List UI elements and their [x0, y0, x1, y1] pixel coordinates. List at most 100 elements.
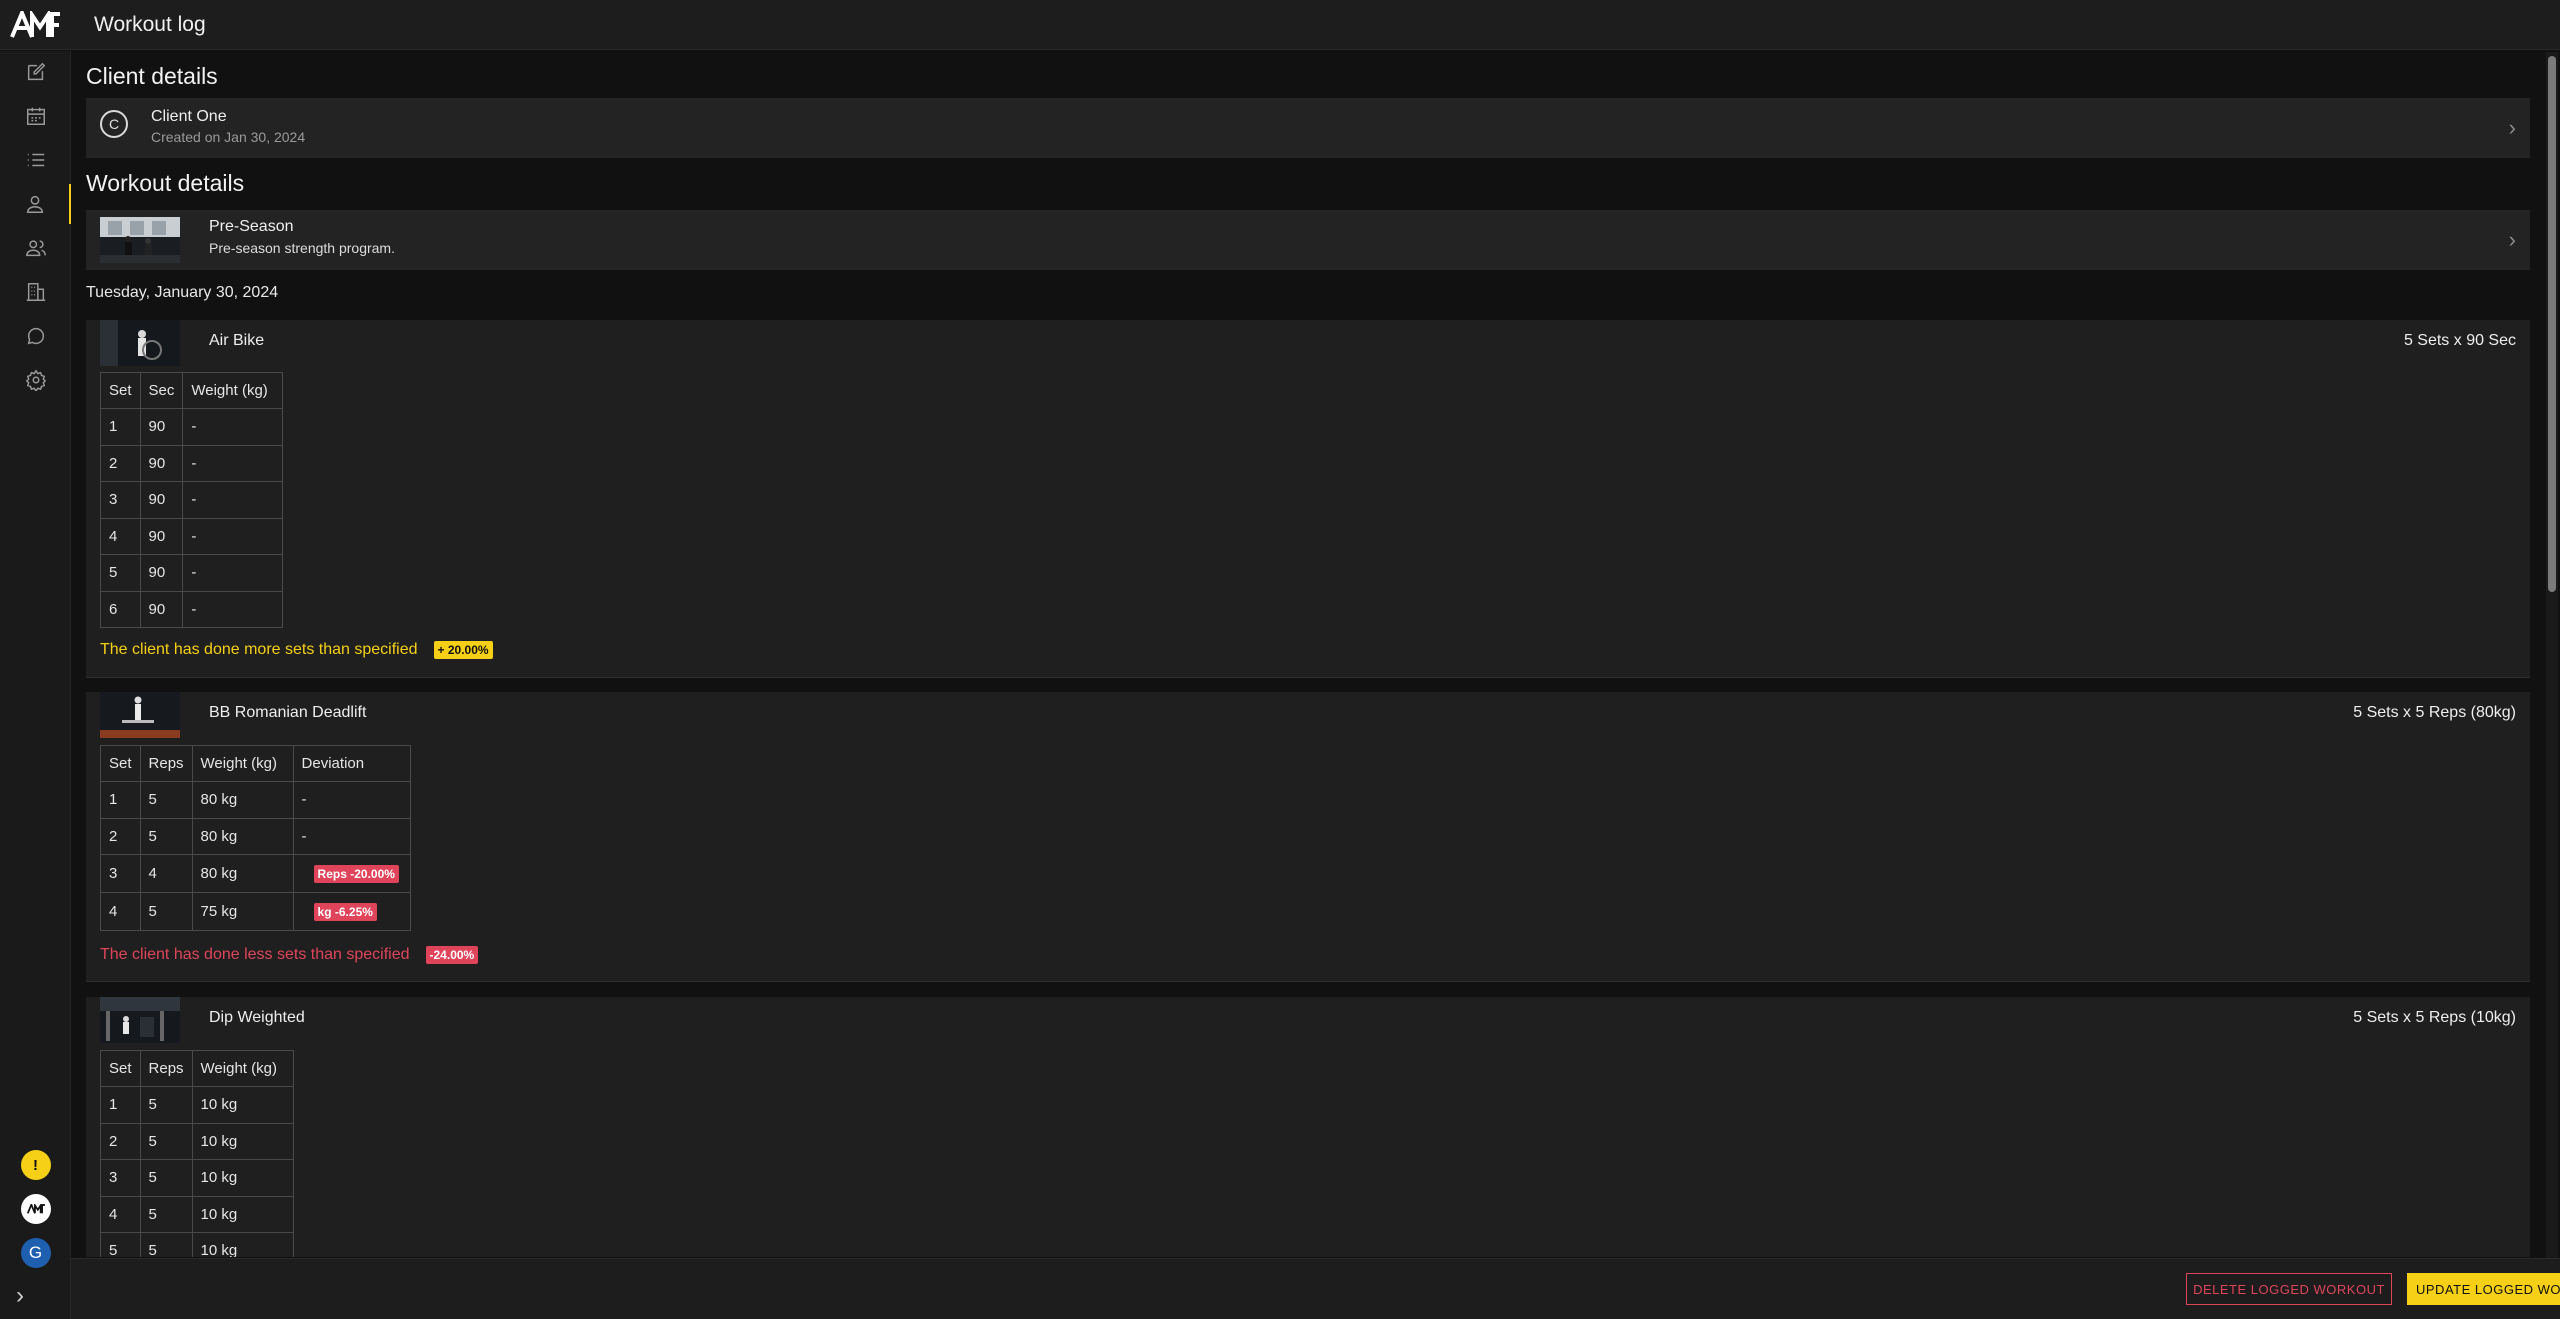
table-cell: 80 kg — [191, 854, 294, 893]
table-cell: - — [182, 590, 284, 628]
table-cell: 2 — [100, 1122, 141, 1160]
delete-logged-workout-button[interactable]: DELETE LOGGED WORKOUT — [2186, 1273, 2392, 1305]
table-cell: 90 — [139, 517, 184, 555]
table-cell: 3 — [100, 854, 141, 893]
table-cell: - — [182, 481, 284, 519]
column-header: Weight (kg) — [191, 1050, 294, 1087]
table-cell: 5 — [139, 1159, 193, 1197]
chevron-right-icon: › — [2508, 115, 2516, 140]
warning-badge-wrap[interactable]: ! — [0, 1150, 71, 1180]
exercise-name: BB Romanian Deadlift — [209, 704, 367, 721]
table-row: 5 5 10 kg — [100, 1232, 294, 1257]
table-cell: 4 — [100, 1195, 141, 1233]
exercise-spec: 5 Sets x 5 Reps (80kg) — [2353, 704, 2516, 721]
brand-badge-wrap[interactable] — [0, 1194, 71, 1224]
sets-deviation-note: The client has done more sets than speci… — [100, 641, 493, 659]
chat-icon — [27, 328, 44, 345]
app-logo[interactable] — [0, 0, 70, 50]
sidebar-item-clients[interactable] — [0, 184, 71, 224]
workout-date: Tuesday, January 30, 2024 — [86, 284, 279, 301]
table-row: 1 5 80 kg - — [100, 781, 411, 819]
table-cell: 75 kg — [191, 892, 294, 931]
program-thumbnail — [100, 217, 180, 263]
program-description: Pre-season strength program. — [209, 240, 395, 256]
exercise-name: Dip Weighted — [209, 1009, 305, 1026]
table-row: 1 5 10 kg — [100, 1086, 294, 1124]
table-cell: Reps -20.00% — [292, 854, 411, 893]
main-content: Client details C Client One Created on J… — [86, 52, 2532, 1257]
table-cell: 3 — [100, 481, 141, 519]
table-cell: 5 — [100, 1232, 141, 1257]
sidebar-item-organization[interactable] — [0, 272, 71, 312]
gear-icon — [25, 369, 46, 391]
note-text: The client has done more sets than speci… — [100, 641, 418, 658]
column-header: Weight (kg) — [191, 745, 294, 782]
table-row: 2 90- — [100, 444, 284, 482]
sidebar-item-calendar[interactable] — [0, 96, 71, 136]
column-header: Reps — [139, 1050, 193, 1087]
table-cell: 5 — [139, 1195, 193, 1233]
update-logged-workout-button[interactable]: UPDATE LOGGED WORKOUT — [2407, 1273, 2560, 1305]
sidebar-item-settings[interactable] — [0, 360, 71, 400]
client-card[interactable]: C Client One Created on Jan 30, 2024 › — [86, 98, 2530, 158]
expand-wrap[interactable]: › — [0, 1282, 71, 1310]
client-created: Created on Jan 30, 2024 — [151, 129, 306, 145]
column-header: Weight (kg) — [182, 372, 284, 409]
chevron-right-icon: › — [2508, 227, 2516, 252]
warning-badge[interactable]: ! — [20, 1150, 51, 1180]
table-cell: 5 — [139, 892, 193, 931]
table-cell: 5 — [139, 1086, 193, 1124]
table-cell: 90 — [139, 554, 184, 592]
client-initial: C — [100, 110, 128, 138]
deviation-badge: + 20.00% — [433, 641, 493, 659]
avatar-wrap[interactable]: G — [0, 1238, 71, 1268]
edit-icon — [27, 62, 45, 81]
deviation-badge: -24.00% — [425, 946, 479, 964]
deviation-badge: kg -6.25% — [313, 902, 377, 921]
table-header-row: Set Sec Weight (kg) — [100, 372, 284, 409]
table-cell: 1 — [100, 408, 141, 446]
table-cell: 10 kg — [191, 1086, 294, 1124]
chevron-right-icon[interactable]: › — [16, 1282, 24, 1310]
exercise-card: Dip Weighted 5 Sets x 5 Reps (10kg) Set … — [86, 997, 2530, 1257]
exercise-spec: 5 Sets x 5 Reps (10kg) — [2353, 1009, 2516, 1026]
sidebar-item-list[interactable] — [0, 140, 71, 180]
deviation-badge: Reps -20.00% — [313, 864, 399, 883]
program-name: Pre-Season — [209, 218, 294, 235]
table-row: 3 5 10 kg — [100, 1159, 294, 1197]
top-bar: Workout log — [0, 0, 2560, 50]
table-cell: 1 — [100, 781, 141, 819]
table-header-row: Set Reps Weight (kg) Deviation — [100, 745, 411, 782]
sidebar-item-messages[interactable] — [0, 316, 71, 356]
sets-deviation-note: The client has done less sets than speci… — [100, 946, 479, 964]
table-cell: - — [292, 781, 411, 819]
table-row: 2 5 80 kg - — [100, 817, 411, 855]
table-cell: 90 — [139, 481, 184, 519]
column-header: Deviation — [292, 745, 411, 782]
sidebar-item-groups[interactable] — [0, 228, 71, 268]
table-cell: 5 — [139, 781, 193, 819]
column-header: Set — [100, 1050, 141, 1087]
table-cell: 10 kg — [191, 1232, 294, 1257]
sidebar-item-log-workout[interactable] — [0, 52, 71, 92]
list-icon — [27, 153, 44, 167]
table-row: 6 90- — [100, 590, 284, 628]
table-cell: 10 kg — [191, 1159, 294, 1197]
table-cell: 10 kg — [191, 1195, 294, 1233]
avatar[interactable]: G — [20, 1238, 51, 1268]
table-cell: - — [292, 817, 411, 855]
table-row: 5 90- — [100, 554, 284, 592]
exercise-thumbnail — [100, 997, 180, 1043]
scrollbar-thumb[interactable] — [2548, 56, 2556, 592]
table-row: 4 5 10 kg — [100, 1195, 294, 1233]
page-title: Workout log — [94, 12, 206, 36]
table-cell: - — [182, 517, 284, 555]
note-text: The client has done less sets than speci… — [100, 946, 410, 963]
exercise-thumbnail — [100, 320, 180, 366]
brand-icon[interactable] — [20, 1194, 51, 1224]
table-cell: - — [182, 554, 284, 592]
program-card[interactable]: Pre-Season Pre-season strength program. … — [86, 210, 2530, 270]
table-row: 2 5 10 kg — [100, 1122, 294, 1160]
logo-icon — [10, 10, 60, 38]
exercise-spec: 5 Sets x 90 Sec — [2403, 332, 2516, 349]
